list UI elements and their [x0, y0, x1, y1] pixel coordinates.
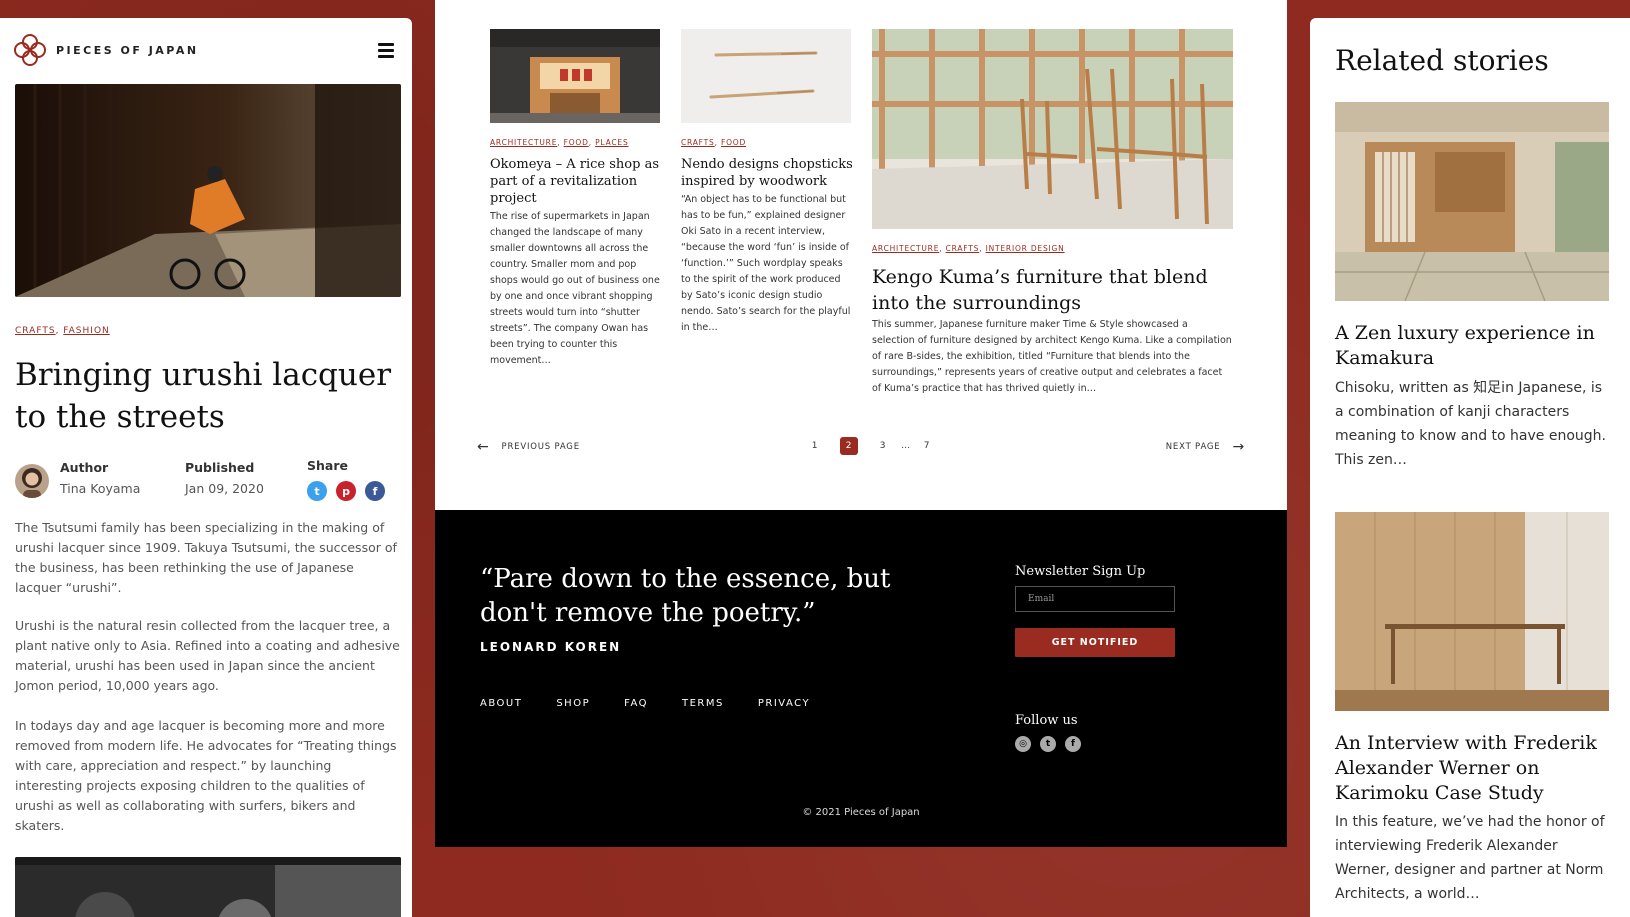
footer-link-terms[interactable]: TERMS [682, 698, 724, 709]
previous-page-button[interactable]: ← PREVIOUS PAGE [477, 437, 580, 457]
logo-icon[interactable] [12, 32, 48, 68]
arrow-left-icon: ← [477, 439, 490, 455]
arrow-right-icon: → [1232, 439, 1245, 455]
footer-quote: “Pare down to the essence, but don't rem… [480, 564, 891, 628]
page-3[interactable]: 3 [874, 437, 892, 455]
follow-us-label: Follow us [1015, 713, 1078, 728]
article-title-okomeya[interactable]: Okomeya – A rice shop as part of a revit… [490, 156, 660, 207]
follow-icons: ◎ t f [1015, 736, 1081, 752]
article-tags-kengo-kuma: ARCHITECTURE, CRAFTS, INTERIOR DESIGN [872, 244, 1065, 253]
published-date: Jan 09, 2020 [185, 481, 264, 496]
previous-page-label: PREVIOUS PAGE [501, 442, 580, 452]
tag-crafts[interactable]: CRAFTS [946, 244, 980, 253]
author-block: Author Tina Koyama [60, 460, 140, 496]
hamburger-icon[interactable] [378, 43, 394, 58]
copyright: © 2021 Pieces of Japan [802, 807, 920, 818]
tag-crafts[interactable]: CRAFTS [681, 138, 715, 147]
author-name[interactable]: Tina Koyama [60, 481, 140, 496]
article-title-kengo-kuma[interactable]: Kengo Kuma’s furniture that blend into t… [872, 264, 1242, 316]
author-label: Author [60, 460, 109, 475]
facebook-icon[interactable]: f [1065, 736, 1081, 752]
twitter-icon[interactable]: t [307, 481, 327, 501]
article-meta: Author Tina Koyama Published Jan 09, 202… [15, 458, 395, 520]
related-image-karimoku[interactable] [1335, 512, 1609, 711]
footer-link-about[interactable]: ABOUT [480, 698, 522, 709]
footer-link-shop[interactable]: SHOP [556, 698, 590, 709]
article-title: Bringing urushi lacquer to the streets [15, 357, 392, 435]
pinterest-icon[interactable]: p [336, 481, 356, 501]
page-7[interactable]: 7 [918, 437, 936, 455]
quote-author: LEONARD KOREN [480, 640, 622, 654]
page-ellipsis: … [901, 441, 911, 451]
article-excerpt-okomeya: The rise of supermarkets in Japan change… [490, 211, 660, 366]
article-paragraph-3: In todays day and age lacquer is becomin… [15, 718, 397, 833]
next-page-label: NEXT PAGE [1165, 442, 1221, 452]
article-secondary-image [15, 857, 401, 917]
article-image-kengo-kuma[interactable] [872, 29, 1233, 229]
tag-food[interactable]: FOOD [564, 138, 589, 147]
article-image-chopsticks[interactable] [681, 29, 851, 123]
tag-places[interactable]: PLACES [595, 138, 628, 147]
twitter-icon[interactable]: t [1040, 736, 1056, 752]
article-title-chopsticks[interactable]: Nendo designs chopsticks inspired by woo… [681, 156, 859, 190]
page-1[interactable]: 1 [806, 437, 824, 455]
related-image-kamakura[interactable] [1335, 102, 1609, 301]
tag-architecture[interactable]: ARCHITECTURE [490, 138, 557, 147]
article-tags-okomeya: ARCHITECTURE, FOOD, PLACES [490, 138, 629, 147]
facebook-icon[interactable]: f [365, 481, 385, 501]
article-grid-panel: ARCHITECTURE, FOOD, PLACES Okomeya – A r… [435, 0, 1287, 510]
top-bar: PIECES OF JAPAN [12, 32, 394, 68]
related-excerpt-kamakura: Chisoku, written as 知足in Japanese, is a … [1335, 380, 1606, 468]
related-stories-panel: Related stories A Zen luxury experience … [1310, 18, 1630, 917]
tag-food[interactable]: FOOD [721, 138, 746, 147]
brand-name[interactable]: PIECES OF JAPAN [56, 44, 199, 57]
footer-link-faq[interactable]: FAQ [624, 698, 648, 709]
article-excerpt-chopsticks: “An object has to be functional but has … [681, 194, 851, 333]
article-tags-chopsticks: CRAFTS, FOOD [681, 138, 747, 147]
related-stories-title: Related stories [1335, 44, 1549, 77]
article-paragraph-1: The Tsutsumi family has been specializin… [15, 520, 397, 595]
share-label: Share [307, 458, 348, 473]
email-field[interactable] [1015, 586, 1175, 612]
instagram-icon[interactable]: ◎ [1015, 736, 1031, 752]
tag-interior-design[interactable]: INTERIOR DESIGN [986, 244, 1065, 253]
article-panel: PIECES OF JAPAN CRAFTS, FASHION Bringing… [0, 18, 412, 917]
author-avatar[interactable] [15, 464, 49, 498]
article-tags: CRAFTS, FASHION [15, 326, 110, 336]
footer-link-privacy[interactable]: PRIVACY [758, 698, 810, 709]
page-2-current[interactable]: 2 [840, 437, 858, 455]
tag-crafts[interactable]: CRAFTS [15, 326, 56, 336]
related-title-kamakura[interactable]: A Zen luxury experience in Kamakura [1335, 321, 1615, 371]
article-paragraph-2: Urushi is the natural resin collected fr… [15, 618, 400, 693]
tag-architecture[interactable]: ARCHITECTURE [872, 244, 939, 253]
hero-image [15, 84, 401, 297]
site-footer: “Pare down to the essence, but don't rem… [435, 510, 1287, 847]
related-excerpt-karimoku: In this feature, we’ve had the honor of … [1335, 814, 1605, 902]
newsletter-title: Newsletter Sign Up [1015, 564, 1146, 579]
tag-fashion[interactable]: FASHION [63, 326, 109, 336]
published-block: Published Jan 09, 2020 [185, 460, 264, 496]
pagination: ← PREVIOUS PAGE 1 2 3 … 7 NEXT PAGE → [477, 437, 1245, 457]
article-image-okomeya[interactable] [490, 29, 660, 123]
related-title-karimoku[interactable]: An Interview with Frederik Alexander Wer… [1335, 731, 1615, 806]
published-label: Published [185, 460, 255, 475]
footer-nav: ABOUT SHOP FAQ TERMS PRIVACY [480, 698, 810, 709]
next-page-button[interactable]: NEXT PAGE → [1166, 437, 1245, 457]
article-excerpt-kengo-kuma: This summer, Japanese furniture maker Ti… [872, 319, 1232, 394]
get-notified-button[interactable]: GET NOTIFIED [1015, 628, 1175, 657]
share-block: Share t p f [307, 458, 385, 501]
